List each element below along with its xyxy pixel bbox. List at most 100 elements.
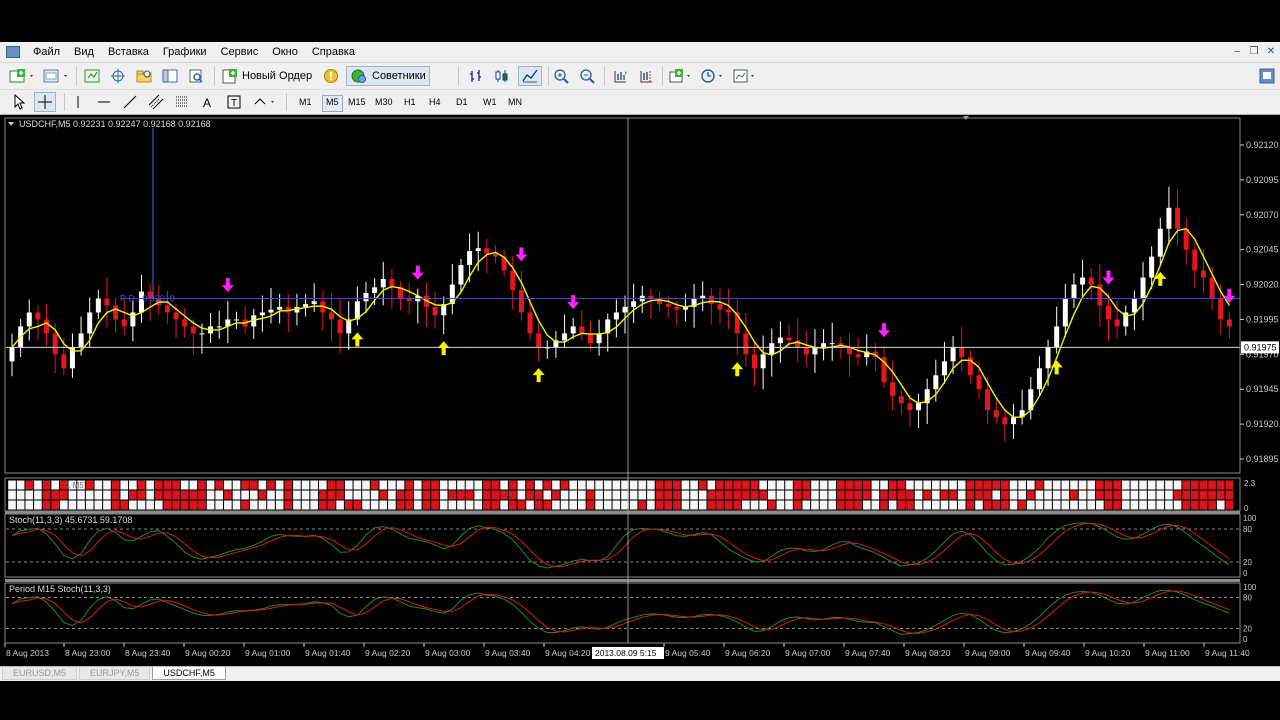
candle-body — [199, 333, 205, 335]
timeframe-mn-button[interactable]: MN — [505, 95, 525, 110]
candle-body — [933, 375, 939, 390]
signal-cell — [51, 480, 59, 490]
signal-cell — [672, 500, 681, 510]
restore-window-button[interactable] — [1258, 67, 1276, 85]
menu-tools[interactable]: Сервис — [214, 46, 266, 58]
bar-chart-button[interactable] — [466, 67, 486, 85]
signal-cell — [759, 490, 767, 500]
close-icon[interactable]: ✕ — [1264, 45, 1278, 58]
navigator-button[interactable] — [134, 67, 154, 85]
new-chart-button[interactable] — [8, 67, 36, 85]
tab-eurusd[interactable]: EURUSD,M5 — [2, 667, 78, 680]
signal-cell — [491, 500, 500, 510]
signal-cell — [483, 480, 491, 490]
new-order-button[interactable]: Новый Ордер — [222, 67, 322, 85]
profiles-button[interactable] — [42, 67, 70, 85]
buy-arrow-icon — [351, 332, 364, 347]
menu-help[interactable]: Справка — [305, 46, 362, 58]
time-label: 9 Aug 11:00 — [1145, 648, 1190, 658]
candle-body — [985, 389, 991, 411]
candle-body — [1080, 277, 1086, 285]
restore-icon[interactable]: ❐ — [1247, 45, 1261, 58]
menu-file[interactable]: Файл — [26, 46, 67, 58]
signal-cell — [336, 490, 344, 500]
signal-cell — [508, 490, 517, 500]
chart-canvas[interactable]: P D.. 0.92010 1 M5 Stoch(11,3,3) 45.6731… — [0, 115, 1280, 665]
text-label-button[interactable]: T — [224, 93, 244, 111]
fibonacci-button[interactable] — [172, 93, 192, 111]
signal-cell — [534, 490, 543, 500]
timeframe-w1-button[interactable]: W1 — [480, 95, 500, 110]
trendline-button[interactable] — [120, 93, 140, 111]
expert-advisors-button[interactable]: Советники — [346, 66, 430, 86]
signal-cell — [750, 500, 759, 510]
chart-header: USDCHF,M5 0.92231 0.92247 0.92168 0.9216… — [19, 119, 211, 129]
crosshair-button[interactable] — [34, 92, 56, 112]
candlestick-button[interactable] — [492, 67, 512, 85]
zoom-out-button[interactable] — [578, 67, 598, 85]
candle-body — [44, 319, 50, 334]
timeframe-h1-button[interactable]: H1 — [401, 95, 419, 110]
expert-info-button[interactable] — [322, 67, 340, 85]
signal-cell — [413, 480, 422, 490]
chart-shift-button[interactable] — [636, 67, 656, 85]
signal-cell — [888, 500, 897, 510]
signal-cell — [1001, 490, 1009, 500]
signal-cell — [811, 480, 819, 490]
menu-window[interactable]: Окно — [265, 46, 305, 58]
signal-cell — [163, 490, 172, 500]
strategy-tester-button[interactable] — [186, 67, 206, 85]
tab-usdchf[interactable]: USDCHF,M5 — [152, 667, 226, 680]
signal-cell — [413, 490, 422, 500]
signal-cell — [837, 500, 845, 510]
menu-charts[interactable]: Графики — [156, 46, 214, 58]
horizontal-line-button[interactable] — [94, 93, 114, 111]
stoch2-scale-label: 20 — [1243, 625, 1252, 634]
crosshair-time-label: 2013.08.09 5:15 — [595, 648, 657, 658]
timeframe-d1-button[interactable]: D1 — [453, 95, 471, 110]
data-window-button[interactable] — [108, 67, 128, 85]
zoom-in-button[interactable] — [552, 67, 572, 85]
timeframe-h4-button[interactable]: H4 — [426, 95, 444, 110]
timeframe-m1-button[interactable]: M1 — [296, 95, 315, 110]
indicators-button[interactable] — [668, 67, 694, 85]
signal-cell — [500, 490, 508, 500]
signal-cell — [802, 480, 811, 490]
timeframe-m15-button[interactable]: M15 — [345, 95, 369, 110]
signal-cell — [172, 490, 180, 500]
arrows-button[interactable] — [252, 93, 278, 111]
signal-cell — [1078, 500, 1087, 510]
signal-cell — [198, 500, 206, 510]
cursor-button[interactable] — [10, 93, 28, 111]
signal-cell — [327, 500, 336, 510]
minimize-icon[interactable]: – — [1230, 45, 1244, 58]
price-label: 0.92095 — [1246, 175, 1279, 185]
vertical-line-button[interactable] — [70, 93, 86, 111]
menu-insert[interactable]: Вставка — [101, 46, 156, 58]
price-label: 0.91945 — [1246, 384, 1279, 394]
signal-cell — [1156, 500, 1165, 510]
signal-cell — [940, 500, 949, 510]
signal-cell — [785, 500, 793, 510]
tab-eurjpy[interactable]: EURJPY,M5 — [79, 667, 151, 680]
signal-cell — [1139, 500, 1147, 510]
candle-body — [372, 287, 378, 293]
timeframe-m5-button[interactable]: M5 — [322, 95, 343, 112]
market-watch-button[interactable] — [82, 67, 102, 85]
equidistant-channel-button[interactable] — [146, 93, 166, 111]
periods-button[interactable] — [700, 67, 726, 85]
signal-cell — [249, 480, 258, 490]
auto-scroll-button[interactable] — [610, 67, 630, 85]
line-chart-button[interactable] — [518, 66, 542, 86]
signal-cell — [1070, 500, 1078, 510]
templates-button[interactable] — [732, 67, 758, 85]
collapse-icon[interactable] — [8, 122, 14, 126]
signal-cell — [1182, 490, 1191, 500]
timeframe-m30-button[interactable]: M30 — [372, 95, 396, 110]
signal-cell — [638, 490, 647, 500]
text-button[interactable]: A — [198, 93, 218, 111]
chart-window[interactable]: P D.. 0.92010 1 M5 Stoch(11,3,3) 45.6731… — [0, 115, 1280, 665]
warning-icon — [324, 69, 338, 83]
terminal-button[interactable] — [160, 67, 180, 85]
menu-view[interactable]: Вид — [67, 46, 101, 58]
